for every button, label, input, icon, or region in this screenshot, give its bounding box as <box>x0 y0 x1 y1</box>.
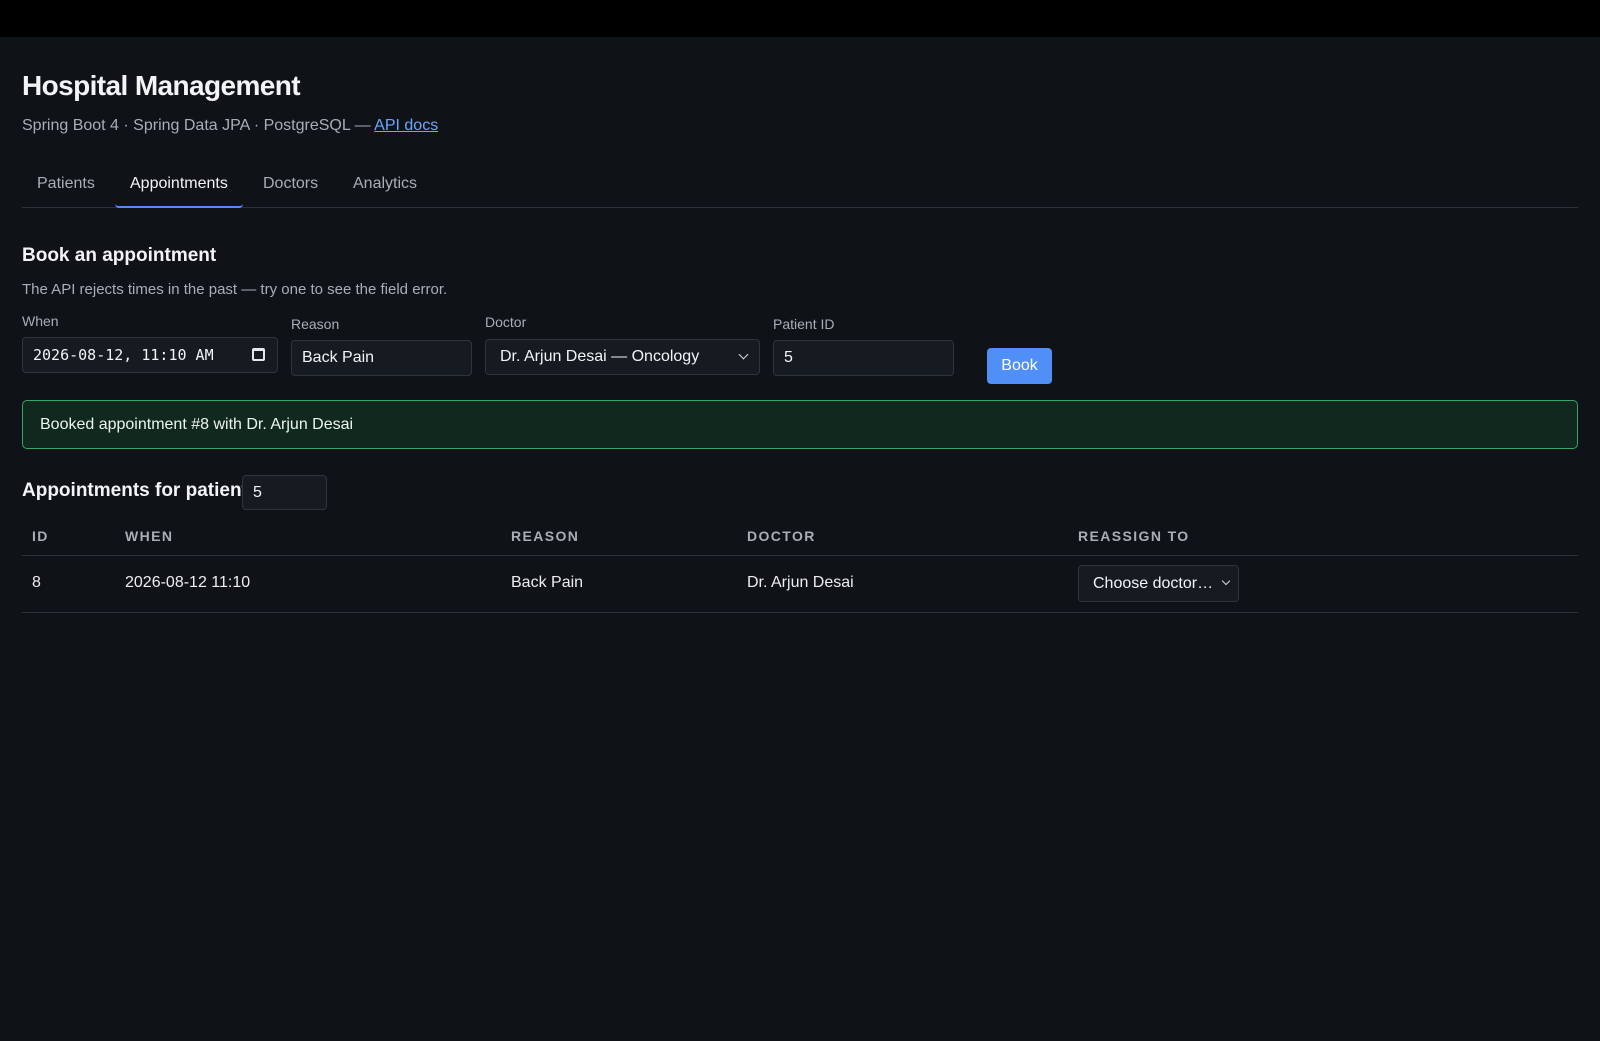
appointments-patient-input[interactable]: 5 <box>242 475 327 510</box>
patient-id-input[interactable]: 5 <box>773 340 954 376</box>
browser-top-bar <box>0 0 1600 37</box>
column-header-reason: REASON <box>511 528 580 544</box>
chevron-down-icon <box>1221 576 1231 586</box>
reason-label: Reason <box>291 316 340 332</box>
booking-title: Book an appointment <box>22 245 217 266</box>
table-header-divider <box>22 555 1578 556</box>
cell-id: 8 <box>32 574 41 591</box>
subtitle-text: Spring Boot 4 · Spring Data JPA · Postgr… <box>22 117 375 134</box>
doctor-select-value: Dr. Arjun Desai — Oncology <box>500 348 700 365</box>
when-datetime-input[interactable]: 2026-08-12, 11:10 AM <box>22 337 278 373</box>
when-label: When <box>22 313 59 329</box>
reason-value: Back Pain <box>302 349 375 366</box>
appointments-patient-value: 5 <box>253 484 262 501</box>
column-header-doctor: DOCTOR <box>747 528 816 544</box>
tab-bar: Patients Appointments Doctors Analytics <box>22 165 1578 208</box>
column-header-id: ID <box>32 528 49 544</box>
chevron-down-icon <box>738 349 749 360</box>
app-subtitle: Spring Boot 4 · Spring Data JPA · Postgr… <box>22 117 438 135</box>
cell-when: 2026-08-12 11:10 <box>125 574 251 591</box>
column-header-reassign: REASSIGN TO <box>1078 528 1190 544</box>
book-button[interactable]: Book <box>987 348 1052 384</box>
tab-appointments[interactable]: Appointments <box>115 165 243 208</box>
doctor-select[interactable]: Dr. Arjun Desai — Oncology <box>485 339 760 375</box>
api-docs-link[interactable]: API docs <box>374 117 438 134</box>
reassign-select-value: Choose doctor… <box>1093 575 1214 592</box>
booking-hint: The API rejects times in the past — try … <box>22 281 448 298</box>
doctor-label: Doctor <box>485 314 527 330</box>
reason-input[interactable]: Back Pain <box>291 340 472 376</box>
reassign-select[interactable]: Choose doctor… <box>1078 565 1239 602</box>
appointments-title: Appointments for patient <box>22 480 248 501</box>
table-row-divider <box>22 612 1578 613</box>
calendar-icon[interactable] <box>252 348 265 361</box>
app-title: Hospital Management <box>22 70 301 101</box>
column-header-when: WHEN <box>125 528 174 544</box>
when-value: 2026-08-12, 11:10 AM <box>33 346 214 364</box>
tab-patients[interactable]: Patients <box>22 165 110 208</box>
patient-id-value: 5 <box>784 349 793 366</box>
cell-doctor: Dr. Arjun Desai <box>747 574 854 591</box>
success-alert: Booked appointment #8 with Dr. Arjun Des… <box>22 400 1578 449</box>
cell-reason: Back Pain <box>511 574 584 591</box>
patient-id-label: Patient ID <box>773 316 835 332</box>
tab-analytics[interactable]: Analytics <box>338 165 432 208</box>
tab-doctors[interactable]: Doctors <box>248 165 333 208</box>
